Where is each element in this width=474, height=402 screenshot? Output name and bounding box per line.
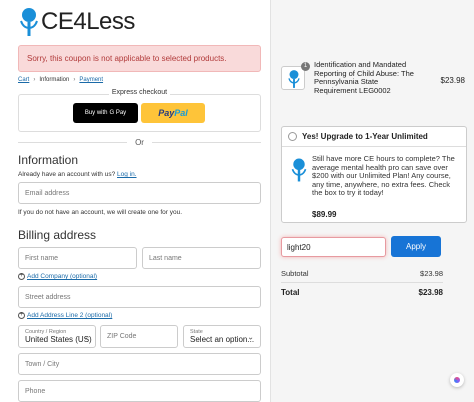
checkout-form-panel: CE4Less Sorry, this coupon is not applic… (0, 0, 270, 402)
plus-icon: + (18, 312, 25, 319)
upgrade-description: Still have more CE hours to complete? Th… (312, 154, 455, 197)
apply-coupon-button[interactable]: Apply (391, 236, 441, 257)
logo[interactable]: CE4Less (18, 6, 135, 38)
breadcrumb-separator: › (73, 77, 76, 83)
express-checkout-label: Express checkout (108, 89, 171, 96)
item-title: Identification and Mandated Reporting of… (314, 60, 414, 95)
country-select[interactable]: Country / Region United States (US) ⌄ (18, 325, 96, 348)
upgrade-price: $89.99 (312, 210, 337, 219)
subtotal-value: $23.98 (420, 269, 443, 278)
breadcrumb-payment[interactable]: Payment (79, 77, 103, 83)
gpay-brand: G Pay (109, 110, 127, 116)
state-select[interactable]: State Select an option... ⌄ (183, 325, 261, 348)
zip-field[interactable]: ZIP Code (100, 325, 178, 348)
brain-person-icon (20, 8, 38, 36)
phone-placeholder: Phone (25, 387, 46, 395)
add-company-link[interactable]: Add Company (optional) (27, 273, 97, 280)
brain-person-icon (291, 158, 307, 182)
paypal-logo-part1: Pay (158, 108, 175, 118)
paypal-logo-part2: Pal (174, 108, 188, 118)
summary-divider (281, 282, 443, 283)
breadcrumb-cart[interactable]: Cart (18, 77, 29, 83)
order-summary-panel: 1 Identification and Mandated Reporting … (270, 0, 474, 402)
plus-icon: + (18, 273, 25, 280)
account-prompt: Already have an account with us? Log in. (18, 171, 137, 178)
or-divider: Or (18, 138, 261, 147)
breadcrumb: Cart › Information › Payment (18, 77, 103, 83)
subtotal-row: Subtotal $23.98 (281, 269, 443, 278)
express-checkout: Express checkout Buy with G Pay Pay Pal (18, 89, 261, 132)
breadcrumb-separator: › (33, 77, 36, 83)
upgrade-heading: Yes! Upgrade to 1-Year Unlimited (302, 132, 428, 141)
breadcrumb-information: Information (39, 77, 70, 83)
email-placeholder: Email address (25, 189, 70, 197)
paypal-button[interactable]: Pay Pal (141, 103, 205, 123)
zip-placeholder: ZIP Code (107, 333, 137, 340)
city-field[interactable]: Town / City (18, 353, 261, 375)
street-placeholder: Street address (25, 293, 71, 301)
coupon-error-banner: Sorry, this coupon is not applicable to … (18, 45, 261, 72)
login-link[interactable]: Log in. (117, 171, 137, 178)
add-company-toggle[interactable]: + Add Company (optional) (18, 273, 97, 280)
order-item: 1 Identification and Mandated Reporting … (281, 58, 471, 104)
total-label: Total (281, 288, 300, 297)
quantity-badge: 1 (301, 62, 310, 71)
google-pay-button[interactable]: Buy with G Pay (73, 103, 138, 123)
billing-heading: Billing address (18, 228, 97, 242)
logo-text: CE4Less (41, 8, 135, 35)
last-name-placeholder: Last name (149, 254, 182, 262)
chat-widget-icon[interactable] (450, 373, 464, 387)
street-address-field[interactable]: Street address (18, 286, 261, 308)
chevron-down-icon: ⌄ (247, 332, 254, 341)
subtotal-label: Subtotal (281, 269, 309, 278)
first-name-field[interactable]: First name (18, 247, 137, 269)
upgrade-offer-card: Yes! Upgrade to 1-Year Unlimited Still h… (281, 126, 467, 223)
add-address-line2-toggle[interactable]: + Add Address Line 2 (optional) (18, 312, 112, 319)
item-price: $23.98 (440, 76, 465, 85)
state-value: Select an option... (190, 335, 255, 344)
add-address-line2-link[interactable]: Add Address Line 2 (optional) (27, 312, 112, 319)
phone-field[interactable]: Phone (18, 380, 261, 402)
email-field[interactable]: Email address (18, 182, 261, 204)
upgrade-radio[interactable] (288, 132, 297, 141)
no-account-note: If you do not have an account, we will c… (18, 209, 183, 216)
brain-person-icon (288, 70, 300, 88)
upgrade-offer-header[interactable]: Yes! Upgrade to 1-Year Unlimited (282, 127, 466, 147)
information-heading: Information (18, 153, 79, 167)
city-placeholder: Town / City (25, 360, 60, 368)
first-name-placeholder: First name (25, 254, 59, 262)
total-value: $23.98 (418, 288, 443, 297)
coupon-input[interactable]: light20 (281, 237, 386, 257)
gpay-label: Buy with (84, 110, 108, 116)
total-row: Total $23.98 (281, 288, 443, 297)
account-prompt-text: Already have an account with us? (18, 171, 116, 178)
chevron-down-icon: ⌄ (82, 332, 89, 341)
or-label: Or (135, 138, 144, 147)
last-name-field[interactable]: Last name (142, 247, 261, 269)
